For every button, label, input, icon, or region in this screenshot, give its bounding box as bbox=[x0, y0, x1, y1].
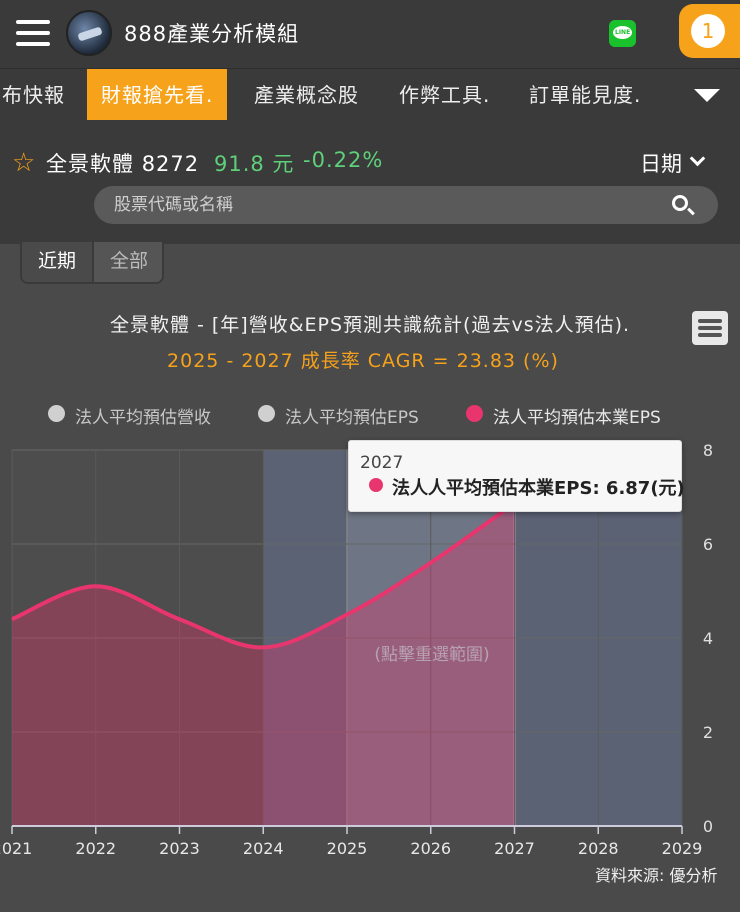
stock-header: ☆ 全景軟體 8272 91.8 元 -0.22% 日期 bbox=[0, 120, 740, 244]
x-tick-label: 2025 bbox=[327, 839, 368, 858]
x-tick-label: 2022 bbox=[75, 839, 116, 858]
chart-hint-text: (點擊重選範圍) bbox=[374, 645, 489, 665]
x-tick-label: 2023 bbox=[159, 839, 200, 858]
x-tick-label: 2029 bbox=[662, 839, 703, 858]
tooltip-value: 法人人平均預估本業EPS: 6.87(元) bbox=[392, 478, 685, 499]
legend-label-revenue: 法人平均預估營收 bbox=[75, 408, 211, 428]
chart-menu-button[interactable] bbox=[692, 311, 728, 345]
app-title: 888產業分析模組 bbox=[124, 22, 300, 46]
y-axis: 0 2 4 6 8 bbox=[703, 441, 713, 836]
chevron-down-icon[interactable] bbox=[689, 150, 706, 167]
legend-dot-eps bbox=[258, 405, 275, 422]
legend-label-eps: 法人平均預估EPS bbox=[285, 408, 419, 428]
stock-price: 91.8 元 bbox=[214, 152, 295, 176]
chart-title: 全景軟體 - [年]營收&EPS預測共識統計(過去vs法人預估). bbox=[109, 314, 631, 336]
x-tick-label: 2021 bbox=[0, 839, 32, 858]
top-bar: 888產業分析模組 LINE 1 bbox=[0, 0, 740, 68]
y-tick-label: 6 bbox=[703, 535, 713, 554]
legend-dot-revenue bbox=[48, 405, 65, 422]
favorite-star-icon[interactable]: ☆ bbox=[12, 148, 35, 178]
stock-change: -0.22% bbox=[303, 148, 384, 172]
tab-earnings-preview[interactable]: 財報搶先看. bbox=[87, 69, 228, 121]
app-logo[interactable] bbox=[66, 10, 112, 56]
line-icon-text: LINE bbox=[615, 29, 631, 36]
y-tick-label: 8 bbox=[703, 441, 713, 460]
stock-name: 全景軟體 8272 bbox=[46, 152, 200, 176]
y-tick-label: 2 bbox=[703, 723, 713, 742]
y-tick-label: 4 bbox=[703, 629, 713, 648]
legend-dot-core-eps bbox=[466, 405, 483, 422]
chart-tooltip: 2027 法人人平均預估本業EPS: 6.87(元) bbox=[348, 440, 685, 512]
notification-count-badge: 1 bbox=[691, 14, 725, 48]
search-icon[interactable] bbox=[672, 195, 688, 211]
x-tick-label: 2028 bbox=[578, 839, 619, 858]
notification-button[interactable]: 1 bbox=[679, 4, 740, 58]
x-tick-label: 2027 bbox=[494, 839, 535, 858]
tab-tools[interactable]: 作弊工具. bbox=[399, 69, 490, 121]
tab-industry-concept[interactable]: 產業概念股 bbox=[254, 69, 359, 121]
hamburger-menu-icon[interactable] bbox=[16, 20, 50, 46]
range-recent-button[interactable]: 近期 bbox=[22, 242, 94, 282]
tab-bar: 布快報 財報搶先看. 產業概念股 作弊工具. 訂單能見度. bbox=[0, 68, 740, 121]
search-input[interactable] bbox=[114, 186, 654, 224]
date-dropdown[interactable]: 日期 bbox=[640, 148, 682, 178]
search-bar[interactable] bbox=[94, 186, 718, 224]
chart-subtitle: 2025 - 2027 成長率 CAGR = 23.83 (%) bbox=[167, 350, 559, 372]
tooltip-series-dot bbox=[369, 478, 383, 492]
line-share-icon[interactable]: LINE bbox=[609, 20, 636, 47]
tabs-more-chevron-icon[interactable] bbox=[694, 89, 720, 102]
range-all-button[interactable]: 全部 bbox=[94, 242, 162, 282]
x-tick-label: 2026 bbox=[410, 839, 451, 858]
x-axis: 2021 2022 2023 2024 2025 2026 2027 2028 2029 bbox=[0, 825, 703, 858]
data-source: 資料來源: 優分析 bbox=[595, 866, 718, 885]
range-toggle: 近期 全部 bbox=[20, 242, 164, 284]
tab-news[interactable]: 布快報 bbox=[2, 69, 65, 121]
tab-order-visibility[interactable]: 訂單能見度. bbox=[529, 69, 641, 121]
tooltip-year: 2027 bbox=[360, 453, 404, 473]
legend-label-core-eps: 法人平均預估本業EPS bbox=[493, 408, 661, 428]
x-tick-label: 2024 bbox=[243, 839, 284, 858]
y-tick-label: 0 bbox=[703, 817, 713, 836]
